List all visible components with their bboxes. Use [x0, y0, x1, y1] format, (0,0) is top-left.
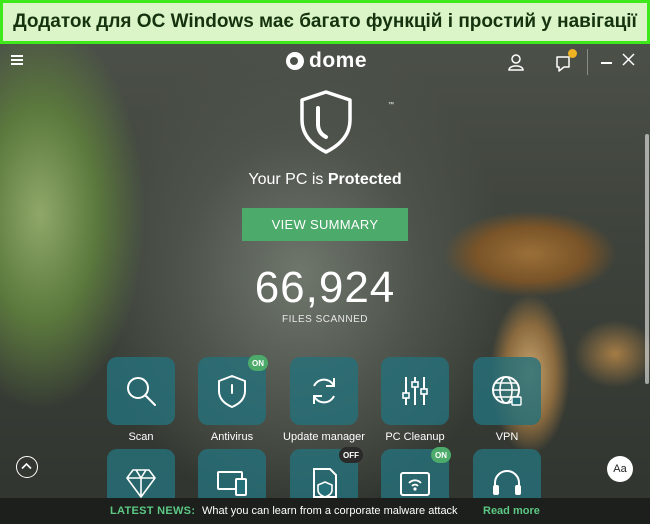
minimize-icon[interactable] — [601, 62, 612, 64]
logo-text: dome — [309, 49, 368, 72]
font-size-button[interactable]: Aa — [607, 456, 633, 482]
update-manager-tile[interactable] — [290, 357, 358, 425]
chevron-up-icon — [21, 462, 32, 470]
vpn-tile[interactable] — [473, 357, 541, 425]
diamond-icon — [126, 469, 156, 498]
wifi-router-icon — [400, 472, 430, 496]
protection-shield-icon — [300, 90, 352, 154]
caption-banner: Додаток для ОС Windows має багато функці… — [0, 0, 650, 44]
sliders-icon — [402, 377, 428, 405]
news-bar: LATEST NEWS: What you can learn from a c… — [0, 498, 650, 524]
status-state: Protected — [327, 171, 402, 188]
topbar-divider — [587, 49, 588, 75]
update-manager-label: Update manager — [283, 431, 365, 443]
app-window: dome ™ Your PC is Protected VIEW SUMMARY… — [0, 44, 650, 524]
notification-badge — [568, 49, 577, 58]
refresh-icon — [313, 378, 335, 404]
bell-icon[interactable] — [552, 49, 577, 74]
protection-status: Your PC is Protected — [0, 171, 650, 189]
document-shield-icon — [313, 468, 337, 498]
view-summary-button[interactable]: VIEW SUMMARY — [242, 208, 408, 241]
scan-tile[interactable] — [107, 357, 175, 425]
document-protection-status-badge: OFF — [339, 447, 363, 463]
scroll-up-button[interactable] — [16, 456, 38, 478]
read-more-link[interactable]: Read more — [483, 505, 540, 517]
close-icon[interactable] — [622, 53, 635, 66]
scan-label: Scan — [128, 431, 154, 443]
user-icon[interactable] — [506, 52, 526, 72]
hamburger-menu-icon[interactable] — [11, 55, 23, 65]
antivirus-label: Antivirus — [210, 431, 254, 443]
globe-lock-icon — [492, 376, 522, 406]
news-headline[interactable]: What you can learn from a corporate malw… — [202, 505, 458, 517]
shield-icon — [218, 375, 246, 408]
top-bar: dome — [0, 44, 650, 80]
logo: dome — [286, 49, 368, 72]
pc-cleanup-tile[interactable] — [381, 357, 449, 425]
logo-mark-icon — [286, 52, 304, 70]
wifi-security-status-badge: ON — [431, 447, 451, 463]
status-prefix: Your PC is — [248, 171, 324, 188]
vpn-label: VPN — [495, 431, 519, 443]
trademark-mark: ™ — [388, 102, 394, 108]
files-scanned-count: 66,924 — [254, 263, 396, 312]
caption-text: Додаток для ОС Windows має багато функці… — [13, 11, 637, 32]
devices-icon — [217, 471, 247, 496]
headset-icon — [493, 470, 521, 495]
search-icon — [127, 377, 156, 406]
news-tag: LATEST NEWS: — [110, 505, 196, 517]
pc-cleanup-label: PC Cleanup — [385, 431, 445, 443]
files-scanned-label: FILES SCANNED — [282, 314, 368, 325]
antivirus-status-badge: ON — [248, 355, 268, 371]
